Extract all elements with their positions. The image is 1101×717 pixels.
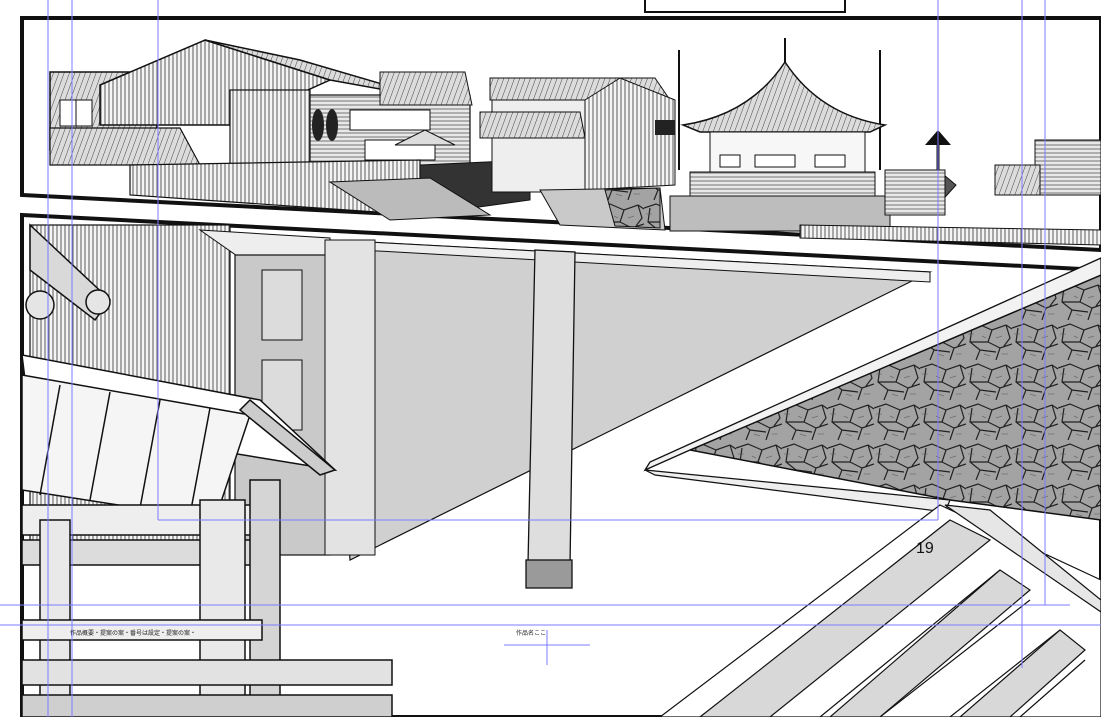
manga-page-artwork [0, 0, 1101, 717]
top-panel [20, 16, 1101, 253]
bottom-note-left: 作品概要・提案の案・番号は設定・提案の案・ [70, 630, 197, 637]
bottom-panel [20, 212, 1101, 717]
page-number: 19 [916, 540, 934, 557]
wooden-pillar [525, 249, 576, 589]
bottom-note-center: 作品名ここ [516, 630, 547, 637]
top-label-box [644, 0, 846, 13]
